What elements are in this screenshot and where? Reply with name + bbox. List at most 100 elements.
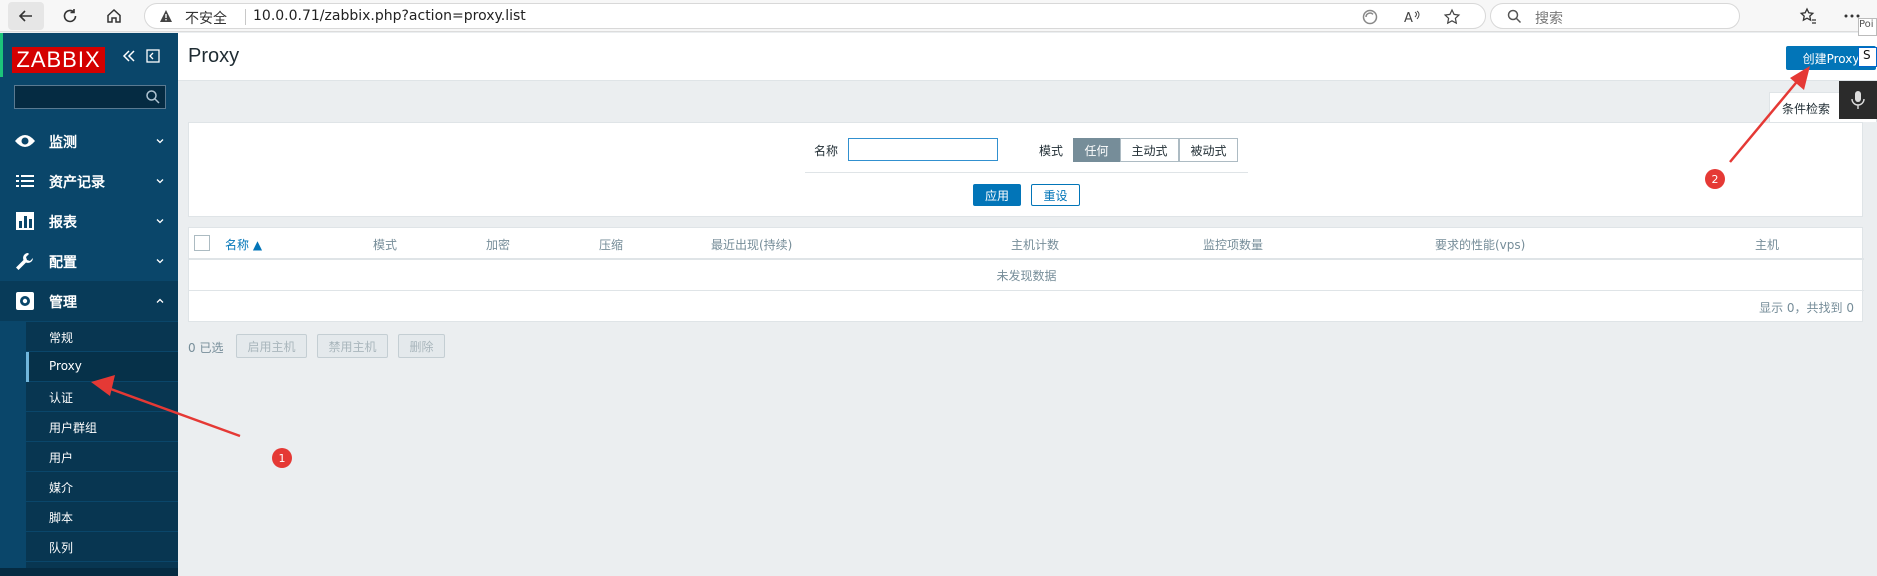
menu-label: 资产记录 <box>49 175 105 191</box>
menu-label: 配置 <box>49 255 77 271</box>
page-title: Proxy <box>188 45 240 67</box>
mode-option-any[interactable]: 任何 <box>1073 138 1120 162</box>
row-divider <box>189 290 1864 291</box>
mode-label: 模式 <box>1039 144 1064 158</box>
collections-icon[interactable] <box>1790 2 1826 30</box>
annotation-badge-1: 1 <box>272 448 292 468</box>
column-header-name[interactable]: 名称 ▲ <box>225 236 262 253</box>
browser-search-input[interactable]: 搜索 <box>1490 3 1740 29</box>
page-header: Proxy 创建Proxy <box>178 33 1877 81</box>
column-header-required-vps: 要求的性能(vps) <box>1435 238 1526 252</box>
warning-icon[interactable] <box>159 9 173 23</box>
microphone-icon <box>1851 91 1865 109</box>
read-aloud-icon[interactable]: A <box>1403 8 1421 26</box>
submenu-item-user-groups[interactable]: 用户群组 <box>26 412 178 442</box>
home-icon[interactable] <box>96 2 132 30</box>
search-placeholder: 搜索 <box>1535 11 1563 27</box>
back-icon[interactable] <box>8 2 44 30</box>
no-data-message: 未发现数据 <box>996 269 1057 283</box>
voice-input-button[interactable] <box>1839 81 1877 119</box>
menu-item-administration[interactable]: 管理 <box>0 281 178 321</box>
submenu-label: 常规 <box>49 331 74 345</box>
sidebar-footer <box>0 568 178 576</box>
active-window-edge <box>0 33 3 77</box>
pagination-summary: 显示 0，共找到 0 <box>1759 301 1854 315</box>
address-bar[interactable]: 不安全 10.0.0.71/zabbix.php?action=proxy.li… <box>144 3 1486 29</box>
submenu-item-media[interactable]: 媒介 <box>26 472 178 502</box>
search-icon <box>1507 9 1522 24</box>
chevron-down-icon <box>156 259 164 264</box>
browser-toolbar: 不安全 10.0.0.71/zabbix.php?action=proxy.li… <box>0 0 1877 32</box>
submenu-label: 队列 <box>49 541 74 555</box>
delete-button[interactable]: 删除 <box>398 334 445 358</box>
gear-icon <box>16 292 34 310</box>
chevron-down-icon <box>156 219 164 224</box>
proxy-table: 名称 ▲ 模式 加密 压缩 最近出现(持续) 主机计数 监控项数量 要求的性能(… <box>188 227 1864 322</box>
filter-tab-label: 条件检索 <box>1782 102 1831 116</box>
submenu-item-scripts[interactable]: 脚本 <box>26 502 178 532</box>
refresh-icon[interactable] <box>52 2 88 30</box>
reset-button[interactable]: 重设 <box>1031 184 1080 206</box>
submenu-item-general[interactable]: 常规 <box>26 322 178 352</box>
edge-input[interactable]: S <box>1858 47 1877 67</box>
column-header-mode: 模式 <box>373 238 398 252</box>
column-header-hosts: 主机 <box>1755 238 1780 252</box>
search-icon <box>146 90 160 104</box>
sidebar-search-input[interactable] <box>14 85 166 109</box>
eye-icon <box>15 135 35 147</box>
menu-label: 监测 <box>49 135 77 151</box>
menu-item-inventory[interactable]: 资产记录 <box>0 161 178 201</box>
filter-panel <box>188 122 1863 217</box>
menu-label: 报表 <box>49 215 77 231</box>
collapse-sidebar-icon[interactable] <box>120 47 138 65</box>
apply-button[interactable]: 应用 <box>973 184 1021 206</box>
chevron-down-icon <box>156 139 164 144</box>
menu-item-configuration[interactable]: 配置 <box>0 241 178 281</box>
chevron-up-icon <box>156 298 164 303</box>
wrench-icon <box>16 253 33 270</box>
submenu-label: 用户 <box>49 451 74 465</box>
translate-icon[interactable] <box>1361 8 1379 26</box>
compact-view-icon[interactable] <box>144 47 162 65</box>
menu-label: 管理 <box>49 295 77 311</box>
chevron-down-icon <box>156 179 164 184</box>
annotation-badge-2: 2 <box>1705 169 1725 189</box>
zabbix-logo[interactable]: ZABBIX <box>12 47 105 73</box>
column-header-last-seen: 最近出现(持续) <box>711 238 793 252</box>
enable-hosts-button[interactable]: 启用主机 <box>236 334 307 358</box>
select-all-checkbox[interactable] <box>194 235 210 251</box>
sidebar: ZABBIX 监测 资产记录 报表 配置 管理 常规 Proxy 认证 用户群组… <box>0 33 178 576</box>
submenu-label: Proxy <box>49 359 82 373</box>
submenu-label: 认证 <box>49 391 74 405</box>
menu-item-reports[interactable]: 报表 <box>0 201 178 241</box>
header-divider <box>189 258 1864 260</box>
submenu-item-authentication[interactable]: 认证 <box>26 382 178 412</box>
name-filter-input[interactable] <box>848 138 998 161</box>
column-header-compression: 压缩 <box>599 238 624 252</box>
submenu-label: 媒介 <box>49 481 74 495</box>
filter-divider <box>805 172 1248 173</box>
submenu-label: 脚本 <box>49 511 74 525</box>
list-icon <box>16 175 34 187</box>
submenu-item-users[interactable]: 用户 <box>26 442 178 472</box>
column-header-encryption: 加密 <box>486 238 511 252</box>
insecure-label[interactable]: 不安全 <box>185 8 227 28</box>
column-header-item-count: 监控项数量 <box>1203 238 1264 252</box>
column-header-host-count: 主机计数 <box>1011 238 1060 252</box>
menu-item-monitoring[interactable]: 监测 <box>0 121 178 161</box>
svg-text:A: A <box>1404 11 1413 26</box>
submenu-item-queue[interactable]: 队列 <box>26 532 178 562</box>
mode-option-passive[interactable]: 被动式 <box>1179 138 1238 162</box>
selected-count: 0 已选 <box>188 341 224 355</box>
chart-icon <box>16 212 34 230</box>
edge-tooltip: Poi <box>1858 18 1877 36</box>
divider <box>245 9 246 25</box>
submenu-label: 用户群组 <box>49 421 98 435</box>
disable-hosts-button[interactable]: 禁用主机 <box>317 334 388 358</box>
submenu-item-proxy[interactable]: Proxy <box>26 352 178 382</box>
favorite-icon[interactable] <box>1443 8 1461 26</box>
url-text[interactable]: 10.0.0.71/zabbix.php?action=proxy.list <box>253 8 526 24</box>
admin-submenu: 常规 Proxy 认证 用户群组 用户 媒介 脚本 队列 <box>26 322 178 576</box>
mode-option-active[interactable]: 主动式 <box>1120 138 1179 162</box>
name-label: 名称 <box>814 144 839 158</box>
